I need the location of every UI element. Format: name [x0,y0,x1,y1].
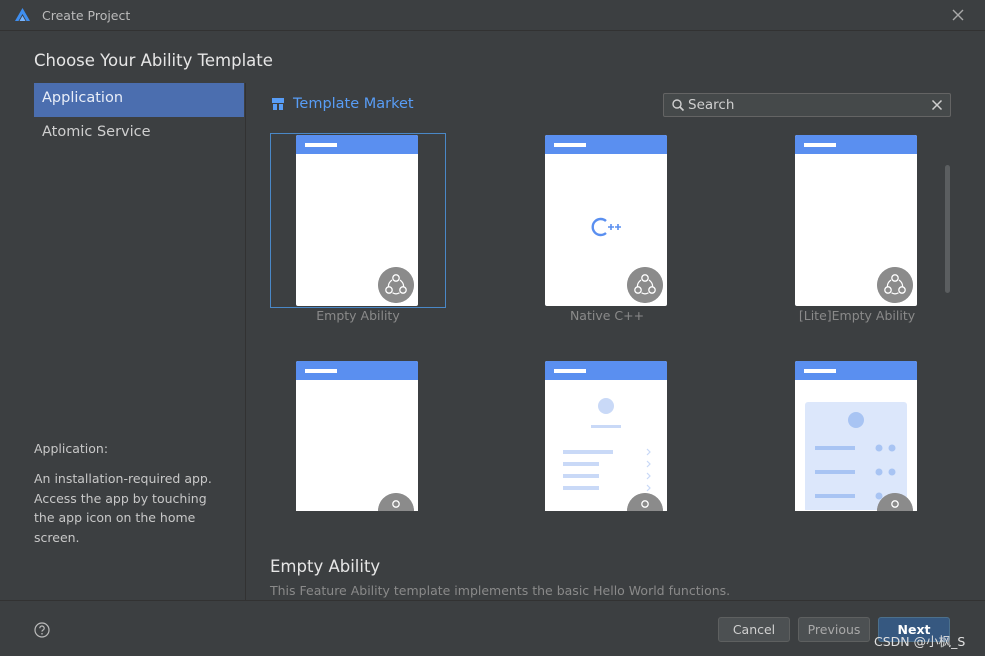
template-preview [545,135,667,306]
template-card-lite-empty-ability[interactable]: [Lite]Empty Ability [769,133,943,329]
sidebar-item-label: Atomic Service [42,124,151,140]
ability-badge-icon [627,267,663,303]
ability-badge-icon [877,267,913,303]
template-preview [296,135,418,306]
preview-header [795,361,917,380]
ability-badge-icon [378,267,414,303]
template-card-label: Empty Ability [316,308,400,323]
template-preview [545,361,667,511]
template-detail-title: Empty Ability [270,557,381,576]
cancel-button[interactable]: Cancel [718,617,790,642]
close-icon[interactable] [951,8,965,22]
search-input[interactable] [688,96,920,114]
template-market-label: Template Market [293,96,414,112]
grid-preview-graphic [805,402,907,510]
previous-button[interactable]: Previous [798,617,870,642]
page-title: Choose Your Ability Template [34,51,273,70]
preview-header [795,135,917,154]
window-title: Create Project [42,8,131,23]
template-card-native-cpp[interactable]: Native C++ [519,133,693,329]
cpp-icon [591,217,621,237]
search-box[interactable] [663,93,951,117]
list-preview-graphic [563,398,651,492]
template-preview [795,361,917,511]
preview-header [545,135,667,154]
category-description-title: Application: [34,441,109,456]
template-card-grid[interactable] [769,359,943,511]
sidebar-item-application[interactable]: Application [34,83,244,117]
help-icon[interactable] [34,622,50,638]
preview-header [296,135,418,154]
template-card-empty-ability[interactable]: Empty Ability [270,133,446,329]
clear-icon[interactable] [931,99,943,111]
template-grid-scrollbar[interactable] [945,165,950,293]
template-preview [795,135,917,306]
sidebar-item-atomic-service[interactable]: Atomic Service [34,117,244,151]
template-card-label: Native C++ [569,308,645,323]
template-detail-description: This Feature Ability template implements… [270,583,731,598]
template-card-label: [Lite]Empty Ability [798,308,916,323]
template-card-list[interactable] [519,359,693,511]
app-logo-icon [15,8,30,21]
template-market-link[interactable]: Template Market [271,96,414,112]
template-preview [296,361,418,511]
title-bar: Create Project [0,0,985,31]
ability-badge-icon [378,493,414,511]
sidebar-item-label: Application [42,90,124,106]
preview-header [296,361,418,380]
category-description: An installation-required app. Access the… [34,471,212,545]
preview-header [545,361,667,380]
dialog-body: Choose Your Ability Template Application… [0,31,985,600]
dialog-footer: Cancel Previous Next CSDN @小枫_S [0,600,985,656]
template-card-blank[interactable] [270,359,444,511]
template-category-sidebar: Application Atomic Service Application: … [0,83,245,600]
template-panel: Template Market Search Empty Ability Nat… [245,83,985,600]
template-market-icon [272,98,284,110]
search-icon [672,99,685,112]
watermark: CSDN @小枫_S [874,634,966,649]
template-grid: Empty Ability Native C++ [Lite]Empty Abi… [246,133,946,511]
